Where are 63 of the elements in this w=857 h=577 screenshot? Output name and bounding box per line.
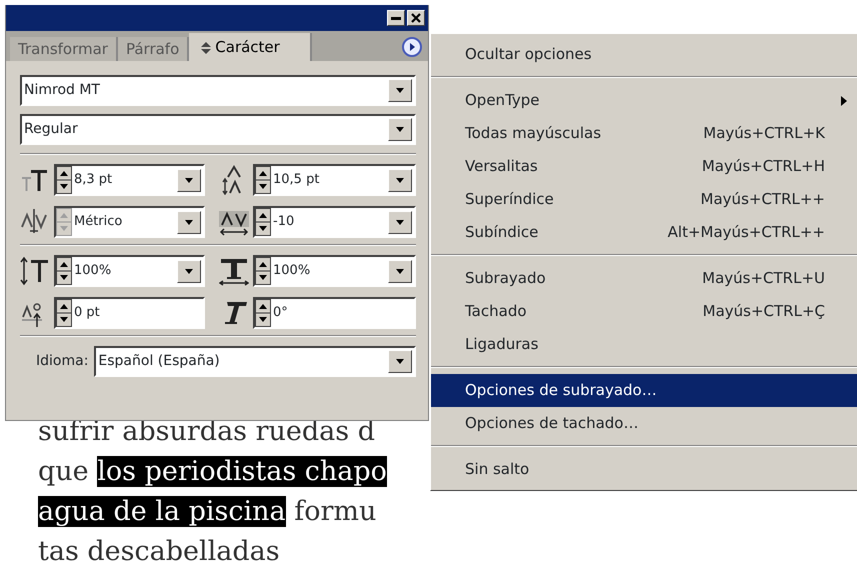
selected-text: agua de la piscina [38, 496, 286, 527]
dropdown-button[interactable] [388, 168, 412, 192]
minimize-button[interactable] [387, 10, 405, 26]
menu-item[interactable]: Opciones de subrayado… [431, 374, 857, 407]
dropdown-button[interactable] [388, 260, 412, 282]
spin-field[interactable]: 10,5 pt [253, 164, 416, 196]
language-label: Idioma: [36, 352, 88, 371]
menu-item[interactable]: Sin salto [431, 453, 857, 486]
up-down-arrows-icon [201, 42, 212, 54]
dropdown-button[interactable] [388, 350, 412, 373]
dropdown-button[interactable] [388, 79, 412, 102]
play-arrow-icon [408, 43, 416, 51]
close-button[interactable] [407, 10, 425, 26]
menu-item[interactable]: Opciones de tachado… [431, 407, 857, 440]
spinner-arrows[interactable] [255, 166, 271, 194]
language-dropdown[interactable]: Español (España) [94, 346, 416, 377]
menu-item[interactable]: Ocultar opciones [431, 38, 857, 71]
spin-field[interactable]: -10 [253, 206, 416, 238]
menu-item[interactable]: Tachado Mayús+CTRL+Ç [431, 295, 857, 328]
spin-field[interactable]: 100% [253, 255, 416, 287]
spinner-arrows[interactable] [255, 299, 271, 327]
caret-icon [396, 268, 404, 274]
dropdown-button[interactable] [177, 168, 201, 192]
menu-item[interactable]: Versalitas Mayús+CTRL+H [431, 150, 857, 183]
menu-item[interactable]: OpenType [431, 84, 857, 117]
spinner-arrows[interactable] [56, 257, 72, 285]
spinner-arrows[interactable] [255, 257, 271, 285]
body-text: formu [293, 496, 376, 527]
spin-field[interactable]: 8,3 pt [54, 164, 205, 196]
caret-icon [185, 268, 193, 274]
dropdown-button[interactable] [177, 260, 201, 282]
menu-item[interactable]: Ligaduras [431, 328, 857, 361]
horizontal-scale-icon [219, 256, 249, 286]
panel-menu-button[interactable] [402, 37, 422, 57]
spinner-arrows[interactable] [56, 166, 72, 194]
spinner-arrows[interactable] [255, 208, 271, 236]
panel-tab[interactable]: Párrafo [118, 37, 190, 61]
vertical-scale-icon [20, 256, 50, 286]
spin-field[interactable]: 0 pt [54, 297, 205, 329]
spinner-arrows[interactable] [56, 299, 72, 327]
menu-item[interactable]: Superíndice Mayús+CTRL++ [431, 183, 857, 216]
font-family-dropdown[interactable]: Nimrod MT [20, 75, 416, 106]
spin-field[interactable]: 100% [54, 255, 205, 287]
caret-icon [396, 220, 404, 224]
caret-icon [396, 127, 404, 132]
caret-icon [396, 359, 404, 364]
panel-tab[interactable]: Carácter [189, 33, 312, 61]
body-text: que [38, 456, 90, 487]
caret-icon [396, 178, 404, 182]
menu-item[interactable]: Todas mayúsculas Mayús+CTRL+K [431, 117, 857, 150]
dropdown-button[interactable] [388, 210, 412, 234]
selected-text: los periodistas chapo [97, 456, 387, 487]
caret-icon [185, 220, 193, 224]
caret-icon [185, 178, 193, 182]
caret-icon [396, 88, 404, 93]
menu-item[interactable]: Subíndice Alt+Mayús+CTRL++ [431, 216, 857, 249]
body-text: tas descabelladas [38, 536, 280, 567]
panel-tab[interactable]: Transformar [10, 37, 118, 61]
dropdown-button[interactable] [388, 118, 412, 141]
close-icon [411, 13, 421, 23]
spin-field[interactable]: 0° [253, 297, 416, 329]
menu-item[interactable]: Subrayado Mayús+CTRL+U [431, 262, 857, 295]
font-style-dropdown[interactable]: Regular [20, 114, 416, 145]
